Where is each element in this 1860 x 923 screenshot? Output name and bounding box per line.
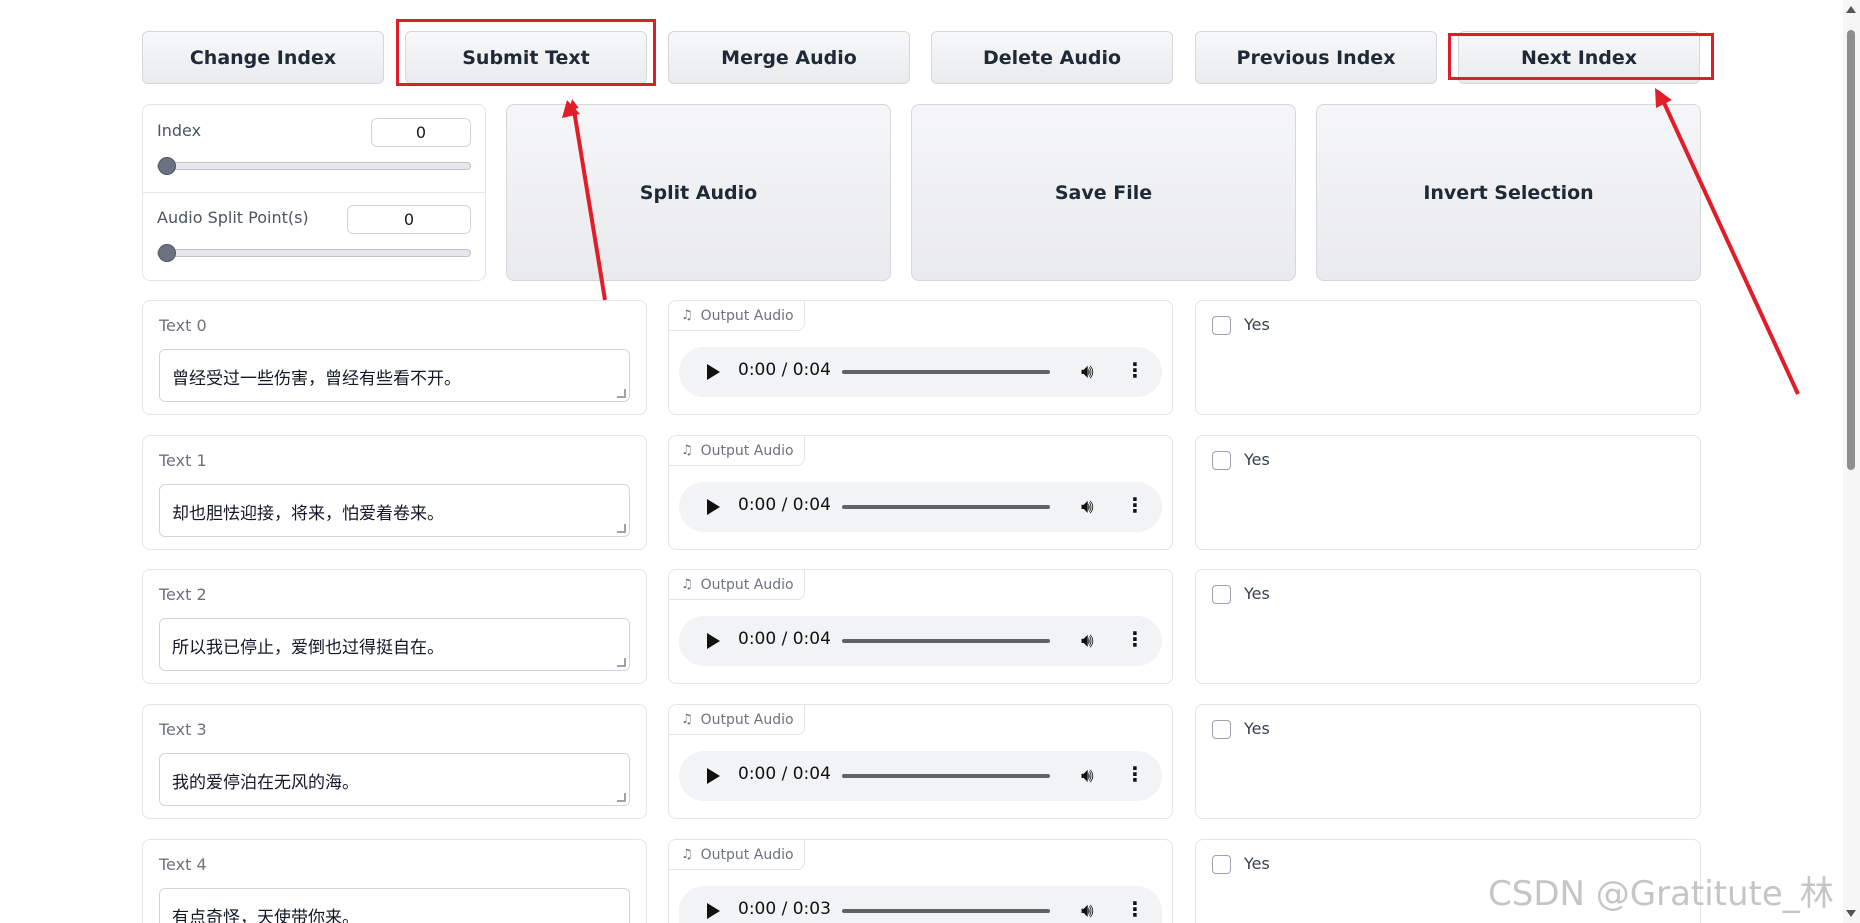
arrow-to-submit-text (568, 99, 607, 301)
annotation-arrows (562, 88, 1800, 395)
arrow-to-next-index (1657, 89, 1800, 395)
arrowhead-submit (562, 100, 580, 118)
watermark: CSDN @Gratitute_林腾 (1488, 874, 1834, 914)
scroll-up-arrow-icon[interactable] (1846, 6, 1856, 13)
scrollbar-thumb[interactable] (1847, 30, 1855, 470)
page-scrollbar[interactable] (1843, 0, 1860, 923)
page: Change Index Submit Text Merge Audio Del… (0, 0, 1860, 923)
